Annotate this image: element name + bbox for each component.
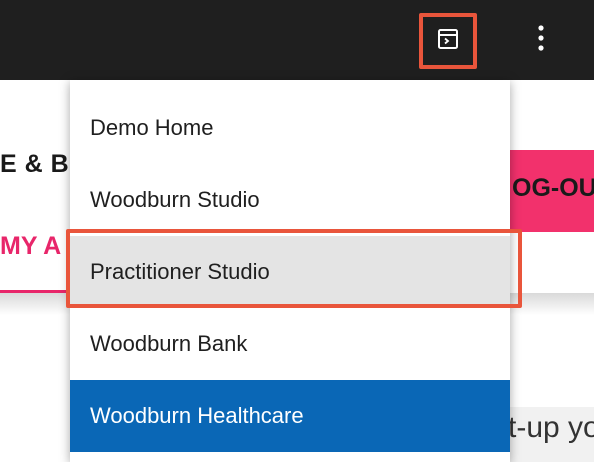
menu-item-woodburn-healthcare[interactable]: Woodburn Healthcare: [70, 380, 510, 452]
background-text-partial: t-up yo: [508, 411, 594, 444]
menu-item-woodburn-bank[interactable]: Woodburn Bank: [70, 308, 510, 380]
menu-item-label: Demo Home: [90, 115, 214, 140]
background-content-partial: t-up yo: [508, 407, 594, 462]
vertical-dots-icon: [537, 23, 545, 58]
app-title-partial: E & B: [0, 150, 70, 178]
logout-button-label: OG-OU: [512, 174, 594, 202]
logout-button[interactable]: OG-OU: [500, 150, 594, 232]
menu-item-demo-home[interactable]: Demo Home: [70, 92, 510, 164]
studio-switcher-button[interactable]: [419, 13, 477, 69]
more-options-button[interactable]: [530, 20, 552, 60]
menu-item-woodburn-studio[interactable]: Woodburn Studio: [70, 164, 510, 236]
annotation-highlight-box: [66, 229, 522, 308]
top-app-bar: [0, 0, 594, 80]
menu-item-label: Woodburn Bank: [90, 331, 248, 356]
terminal-window-icon: [436, 27, 460, 56]
menu-item-label: Woodburn Studio: [90, 187, 260, 212]
tab-my-account-partial[interactable]: MY A: [0, 232, 61, 261]
menu-item-label: Woodburn Healthcare: [90, 403, 304, 428]
